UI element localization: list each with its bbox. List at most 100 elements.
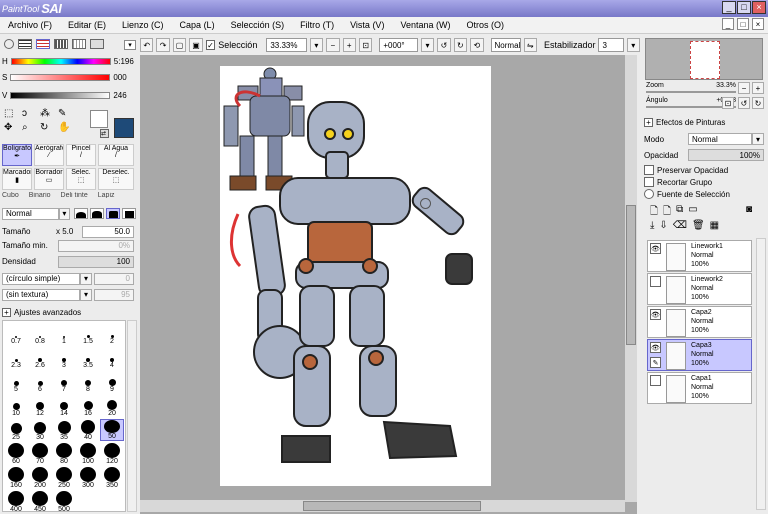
brush-size-cell[interactable]: 3.5 — [76, 347, 100, 369]
clear-layer-icon[interactable]: ⌫ — [673, 220, 687, 231]
selection-checkbox[interactable]: ✓ — [205, 40, 216, 50]
saturation-slider[interactable] — [10, 73, 111, 81]
tool-selec[interactable]: Selec. ⬚ — [66, 168, 96, 190]
nav-rotate-left-icon[interactable]: ↺ — [738, 97, 750, 109]
zoom-in-icon[interactable]: + — [342, 38, 356, 52]
value-slider[interactable] — [10, 91, 111, 99]
menu-capa[interactable]: Capa (L) — [172, 20, 223, 30]
brush-size-cell[interactable]: 16 — [76, 395, 100, 417]
swap-colors-icon[interactable]: ⇄ — [100, 129, 109, 138]
brush-size-cell[interactable]: 120 — [100, 443, 124, 465]
rotation-field[interactable]: +000° — [379, 38, 418, 52]
brush-size-cell[interactable]: 160 — [4, 467, 28, 489]
edge-soft-icon[interactable] — [74, 208, 88, 219]
brush-size-cell[interactable]: 2 — [100, 323, 124, 345]
brush-size-cell[interactable]: 450 — [28, 491, 52, 513]
menu-otros[interactable]: Otros (O) — [458, 20, 512, 30]
magic-wand-icon[interactable]: ⁂ — [40, 108, 54, 119]
layer-opacity-field[interactable]: 100% — [688, 149, 764, 161]
tool-al-agua[interactable]: Al Agua / — [98, 144, 134, 166]
expand-icon[interactable]: + — [2, 308, 11, 317]
new-linework-icon[interactable]: 🗋 — [663, 204, 671, 221]
brush-shape-strength[interactable]: 0 — [94, 272, 134, 285]
palette-icon[interactable] — [90, 39, 104, 49]
brush-size-cell[interactable]: 300 — [76, 467, 100, 489]
brush-size-cell[interactable]: 500 — [52, 491, 76, 513]
clip-group-checkbox[interactable] — [644, 177, 654, 187]
brush-size-cell[interactable]: 35 — [52, 419, 76, 441]
nav-reset-icon[interactable]: ⊡ — [722, 97, 734, 109]
edge-hard-icon[interactable] — [106, 208, 120, 219]
brush-shape-select[interactable]: (círculo simple) — [2, 272, 80, 285]
swatches-icon[interactable] — [54, 39, 68, 49]
brush-size-cell[interactable]: 2.6 — [28, 347, 52, 369]
stabilizer-dropdown-icon[interactable]: ▾ — [626, 38, 641, 52]
brush-shape-dropdown-icon[interactable]: ▾ — [80, 272, 92, 285]
zoom-field[interactable]: 33.33% — [266, 38, 307, 52]
layer-row[interactable]: 👁 ✎ Capa3 Normal 100% — [647, 339, 752, 371]
brush-texture-strength[interactable]: 95 — [94, 288, 134, 301]
rect-select-icon[interactable]: ⬚ — [4, 108, 18, 119]
redo-icon[interactable]: ↷ — [156, 38, 170, 52]
canvas-paper[interactable] — [220, 66, 491, 486]
tool-deli-tinte[interactable]: Deli tinte — [61, 192, 88, 198]
copy-layer-icon[interactable]: ⧉ — [676, 204, 683, 221]
brush-size-cell[interactable]: 5 — [4, 371, 28, 393]
layer-visibility-icon[interactable]: 👁 — [650, 309, 661, 320]
size-multiplier[interactable]: x 5.0 — [56, 227, 82, 236]
layer-row[interactable]: 👁 Linework1 Normal 100% — [647, 240, 752, 272]
preserve-opacity-checkbox[interactable] — [644, 165, 654, 175]
brush-size-cell[interactable]: 7 — [52, 371, 76, 393]
selection-source-row[interactable]: Fuente de Selección — [644, 189, 730, 199]
rotation-dropdown-icon[interactable]: ▾ — [420, 38, 435, 52]
minimize-button[interactable]: _ — [722, 1, 736, 14]
secondary-color-swatch[interactable] — [90, 110, 108, 128]
brush-size-cell[interactable]: 80 — [52, 443, 76, 465]
menu-filtro[interactable]: Filtro (T) — [292, 20, 342, 30]
layer-row[interactable]: Capa1 Normal 100% — [647, 372, 752, 404]
layer-visibility-icon[interactable] — [650, 375, 661, 386]
brush-size-cell[interactable]: 60 — [4, 443, 28, 465]
brush-size-cell[interactable]: 10 — [4, 395, 28, 417]
layer-visibility-icon[interactable]: 👁 — [650, 243, 661, 254]
menu-editar[interactable]: Editar (E) — [60, 20, 114, 30]
brush-size-cell[interactable]: 20 — [100, 395, 124, 417]
brush-size-cell[interactable]: 14 — [52, 395, 76, 417]
layer-mode-dropdown-icon[interactable]: ▾ — [752, 133, 764, 145]
menu-seleccion[interactable]: Selección (S) — [223, 20, 293, 30]
merge-down-icon[interactable]: ⇩ — [659, 220, 667, 231]
maximize-button[interactable]: □ — [737, 1, 751, 14]
brush-size-cell[interactable]: 0.8 — [28, 323, 52, 345]
new-folder-icon[interactable]: ▭ — [688, 204, 697, 221]
brush-size-cell[interactable]: 70 — [28, 443, 52, 465]
rotate-right-icon[interactable]: ↻ — [453, 38, 468, 52]
scratchpad-icon[interactable] — [72, 39, 86, 49]
layer-mask-icon[interactable]: ◙ — [746, 204, 752, 215]
brush-size-cell[interactable]: 4 — [100, 347, 124, 369]
hand-icon[interactable]: ✋ — [58, 122, 72, 133]
menu-lienzo[interactable]: Lienzo (C) — [114, 20, 172, 30]
clip-group-row[interactable]: Recortar Grupo — [644, 177, 712, 187]
blend-field[interactable]: Normal — [490, 38, 521, 52]
brush-size-cell[interactable]: 25 — [4, 419, 28, 441]
layer-list-scrollbar[interactable] — [756, 238, 766, 510]
zoom-dropdown-icon[interactable]: ▾ — [309, 38, 324, 52]
nav-zoom-in-icon[interactable]: + — [752, 82, 764, 94]
layer-mode-select[interactable]: Normal — [688, 133, 752, 145]
doc-minimize-button[interactable]: _ — [722, 18, 734, 30]
tool-boligrafo[interactable]: Bolígrafo ✒ — [2, 144, 32, 166]
tool-borrador[interactable]: Borrador ▭ — [34, 168, 64, 190]
stabilizer-field[interactable]: 3 — [598, 38, 624, 52]
paint-effects-header[interactable]: + Efectos de Pinturas — [644, 118, 725, 127]
invert-selection-icon[interactable]: ▣ — [189, 38, 203, 52]
edge-square-icon[interactable] — [122, 208, 136, 219]
menu-vista[interactable]: Vista (V) — [342, 20, 392, 30]
brush-texture-select[interactable]: (sin textura) — [2, 288, 80, 301]
hue-slider[interactable] — [10, 57, 111, 65]
close-button[interactable]: × — [752, 1, 766, 14]
tool-marcador[interactable]: Marcador ▮ — [2, 168, 32, 190]
brush-mode-dropdown-icon[interactable]: ▾ — [58, 207, 70, 220]
rgb-sliders-icon[interactable] — [18, 39, 32, 49]
flip-icon[interactable]: ⇋ — [523, 38, 537, 52]
new-layer-icon[interactable]: 🗋 — [650, 204, 658, 221]
